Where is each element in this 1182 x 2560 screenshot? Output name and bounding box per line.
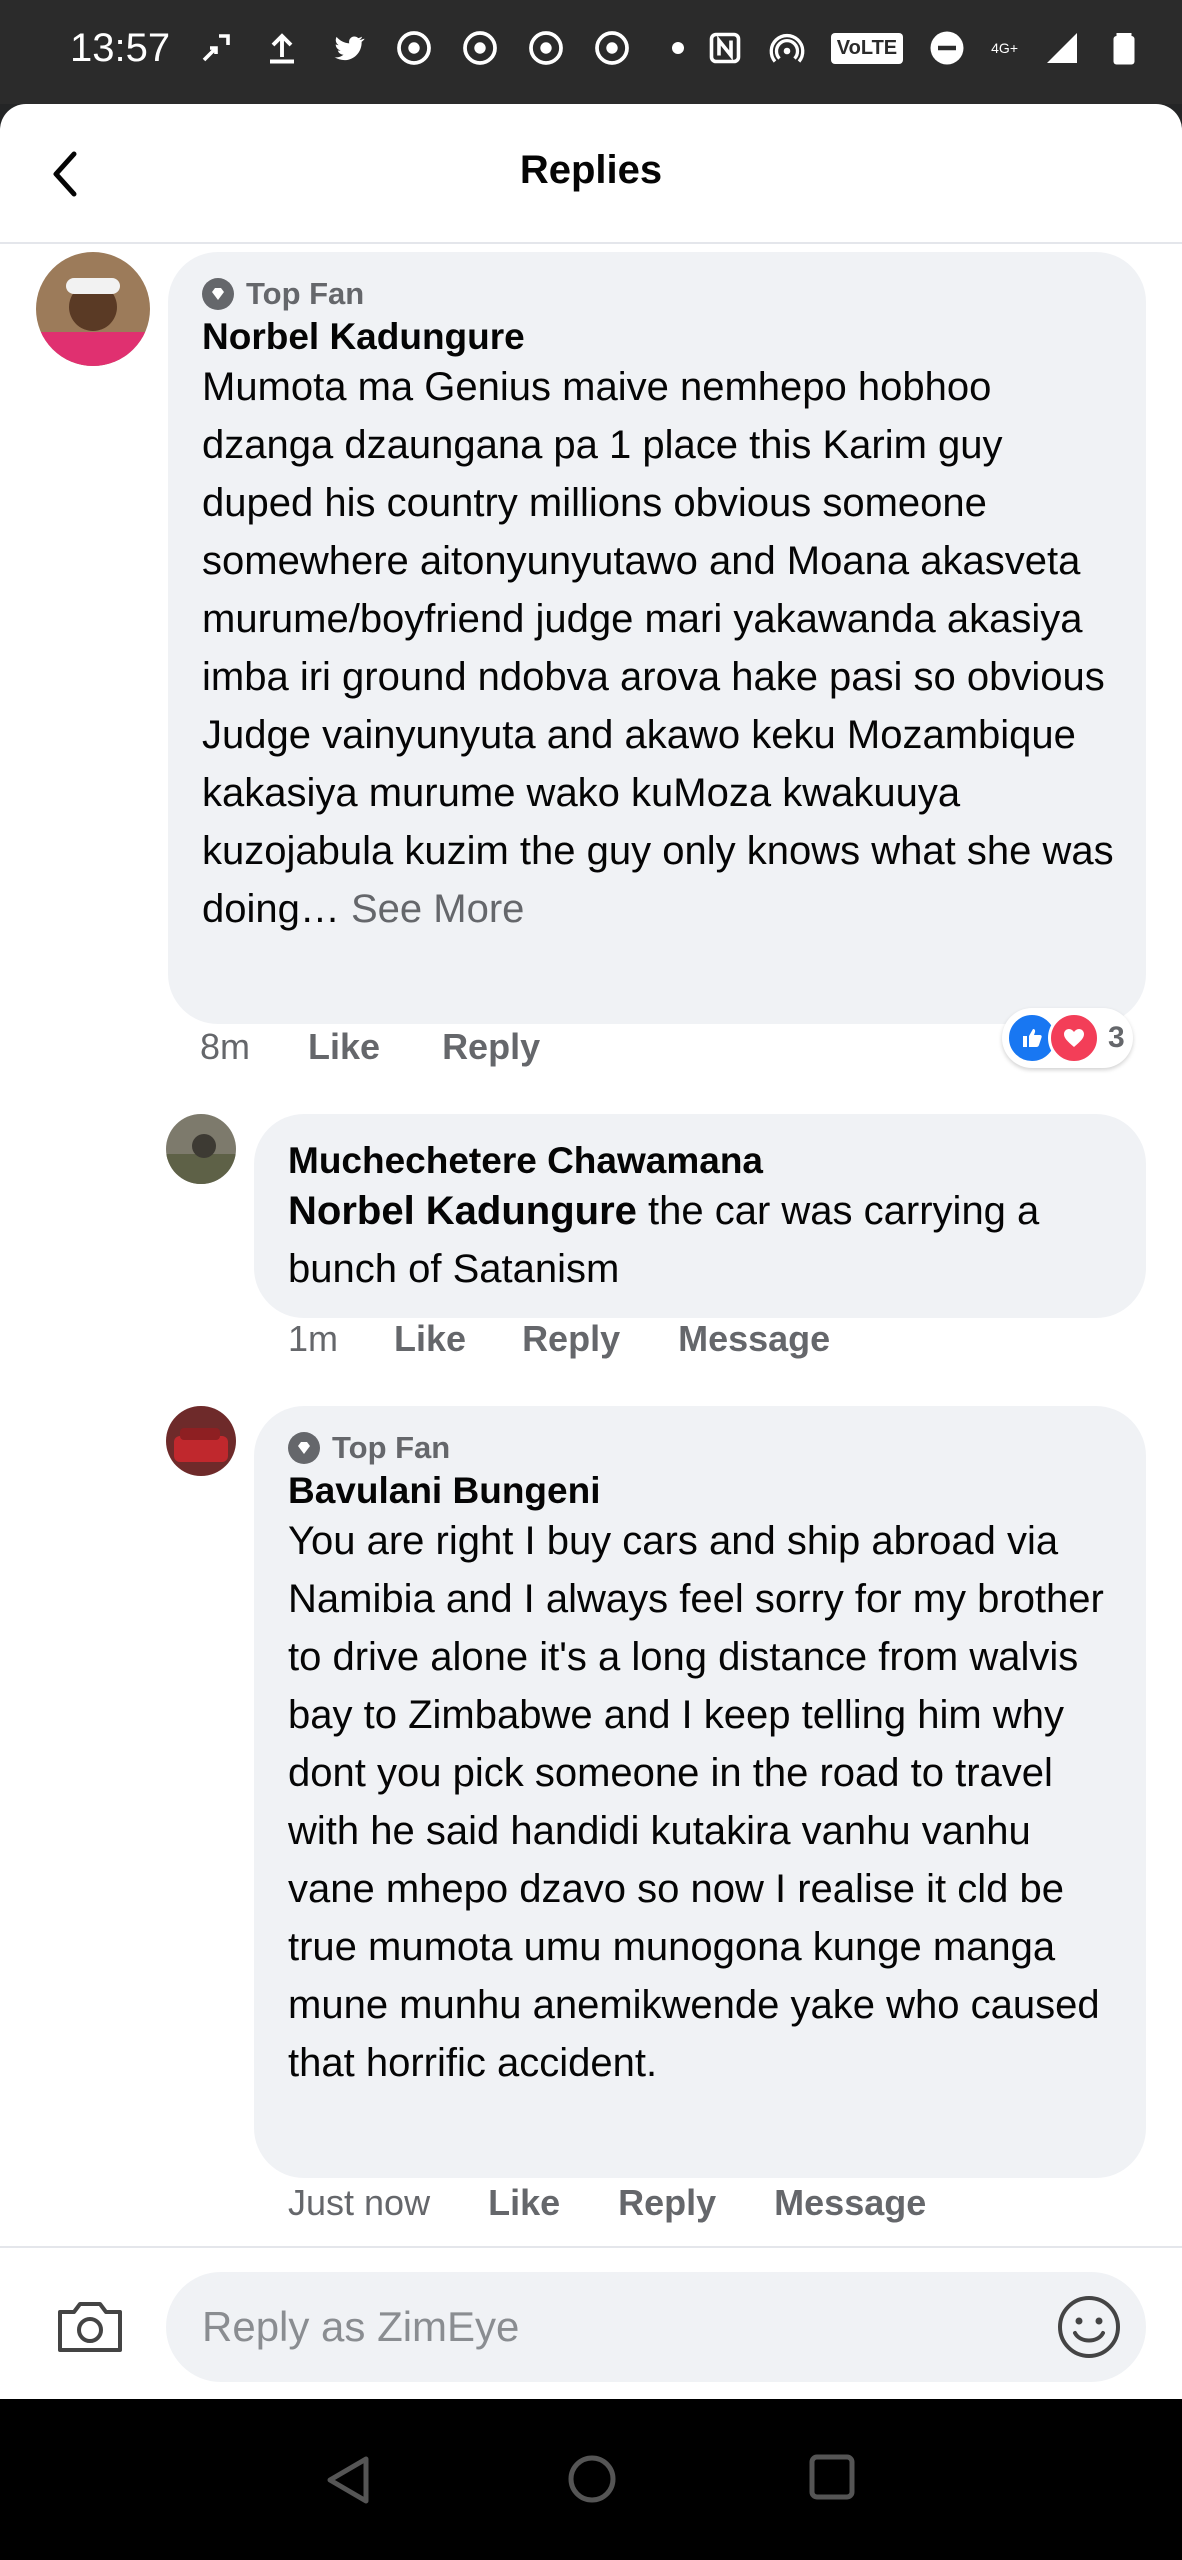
avatar[interactable] [166,1114,236,1184]
system-navbar [0,2399,1182,2560]
nav-back-icon[interactable] [322,2453,374,2507]
volte-icon: VoLTE [830,32,904,64]
comment-author[interactable]: Norbel Kadungure [202,316,1116,358]
comment-text: Mumota ma Genius maive nemhepo hobhoo dz… [202,358,1116,938]
comment-body: Mumota ma Genius maive nemhepo hobhoo dz… [202,365,1114,931]
status-time: 13:57 [70,26,171,70]
avatar[interactable] [36,252,150,366]
status-bar: 13:57 VoLTE 4G+ [0,0,1182,104]
comment-author[interactable]: Muchechetere Chawamana [288,1140,1116,1182]
top-fan-label: Top Fan [332,1430,451,1465]
comment-bubble: Top Fan Bavulani Bungeni You are right I… [254,1406,1146,2178]
comment-bubble: Top Fan Norbel Kadungure Mumota ma Geniu… [168,252,1146,1024]
comment-actions: 8m Like Reply [200,1026,540,1068]
reaction-count: 3 [1108,1021,1125,1054]
chrome-icon [396,30,432,66]
dnd-icon [929,30,965,66]
reply-composer [0,2246,1182,2399]
diamond-icon [288,1432,320,1464]
comment-text: You are right I buy cars and ship abroad… [288,1519,1104,2085]
cast-icon [198,30,234,66]
message-button[interactable]: Message [774,2182,926,2224]
header: Replies [0,104,1182,244]
love-reaction-icon [1048,1012,1100,1064]
like-button[interactable]: Like [488,2182,560,2224]
status-left-icons [198,30,696,66]
reply-button[interactable]: Reply [618,2182,716,2224]
comment-author[interactable]: Bavulani Bungeni [288,1470,1116,1512]
like-button[interactable]: Like [394,1318,466,1360]
comment-text: Norbel Kadungure the car was carrying a … [288,1182,1116,1298]
top-fan-badge: Top Fan [288,1430,1116,1466]
page-title: Replies [519,148,663,192]
upload-icon [264,30,300,66]
see-more-link[interactable]: See More [351,887,524,931]
diamond-icon [202,278,234,310]
comment-actions: 1m Like Reply Message [288,1318,830,1360]
dot-icon [672,42,684,54]
reply-button[interactable]: Reply [522,1318,620,1360]
mention-link[interactable]: Norbel Kadungure [288,1189,637,1233]
top-fan-badge: Top Fan [202,276,1116,312]
chrome-icon [528,30,564,66]
comment-actions: Just now Like Reply Message [288,2182,926,2224]
nav-home-icon[interactable] [566,2453,618,2505]
comment-time: Just now [288,2182,431,2223]
message-button[interactable]: Message [678,1318,830,1360]
like-button[interactable]: Like [308,1026,380,1068]
comment-time: 1m [288,1318,339,1359]
avatar[interactable] [166,1406,236,1476]
battery-icon [1106,30,1142,66]
reply-button[interactable]: Reply [442,1026,540,1068]
twitter-icon [330,30,366,66]
network-type: 4G+ [991,40,1018,56]
comment-time: 8m [200,1026,251,1067]
comment-bubble: Muchechetere Chawamana Norbel Kadungure … [254,1114,1146,1318]
nfc-icon [707,30,743,66]
status-right-icons: VoLTE 4G+ [707,30,1142,66]
reply-input[interactable] [166,2272,1146,2382]
replies-sheet: Replies Top Fan Norbel Kadungure Mumota … [0,104,1182,2399]
camera-icon[interactable] [54,2296,126,2356]
chrome-icon [594,30,630,66]
hotspot-icon [769,30,805,66]
signal-icon [1044,30,1080,66]
nav-recents-icon[interactable] [808,2453,856,2501]
top-fan-label: Top Fan [246,276,365,311]
emoji-icon[interactable] [1056,2294,1122,2360]
reaction-summary[interactable]: 3 [1002,1008,1133,1068]
chrome-icon [462,30,498,66]
